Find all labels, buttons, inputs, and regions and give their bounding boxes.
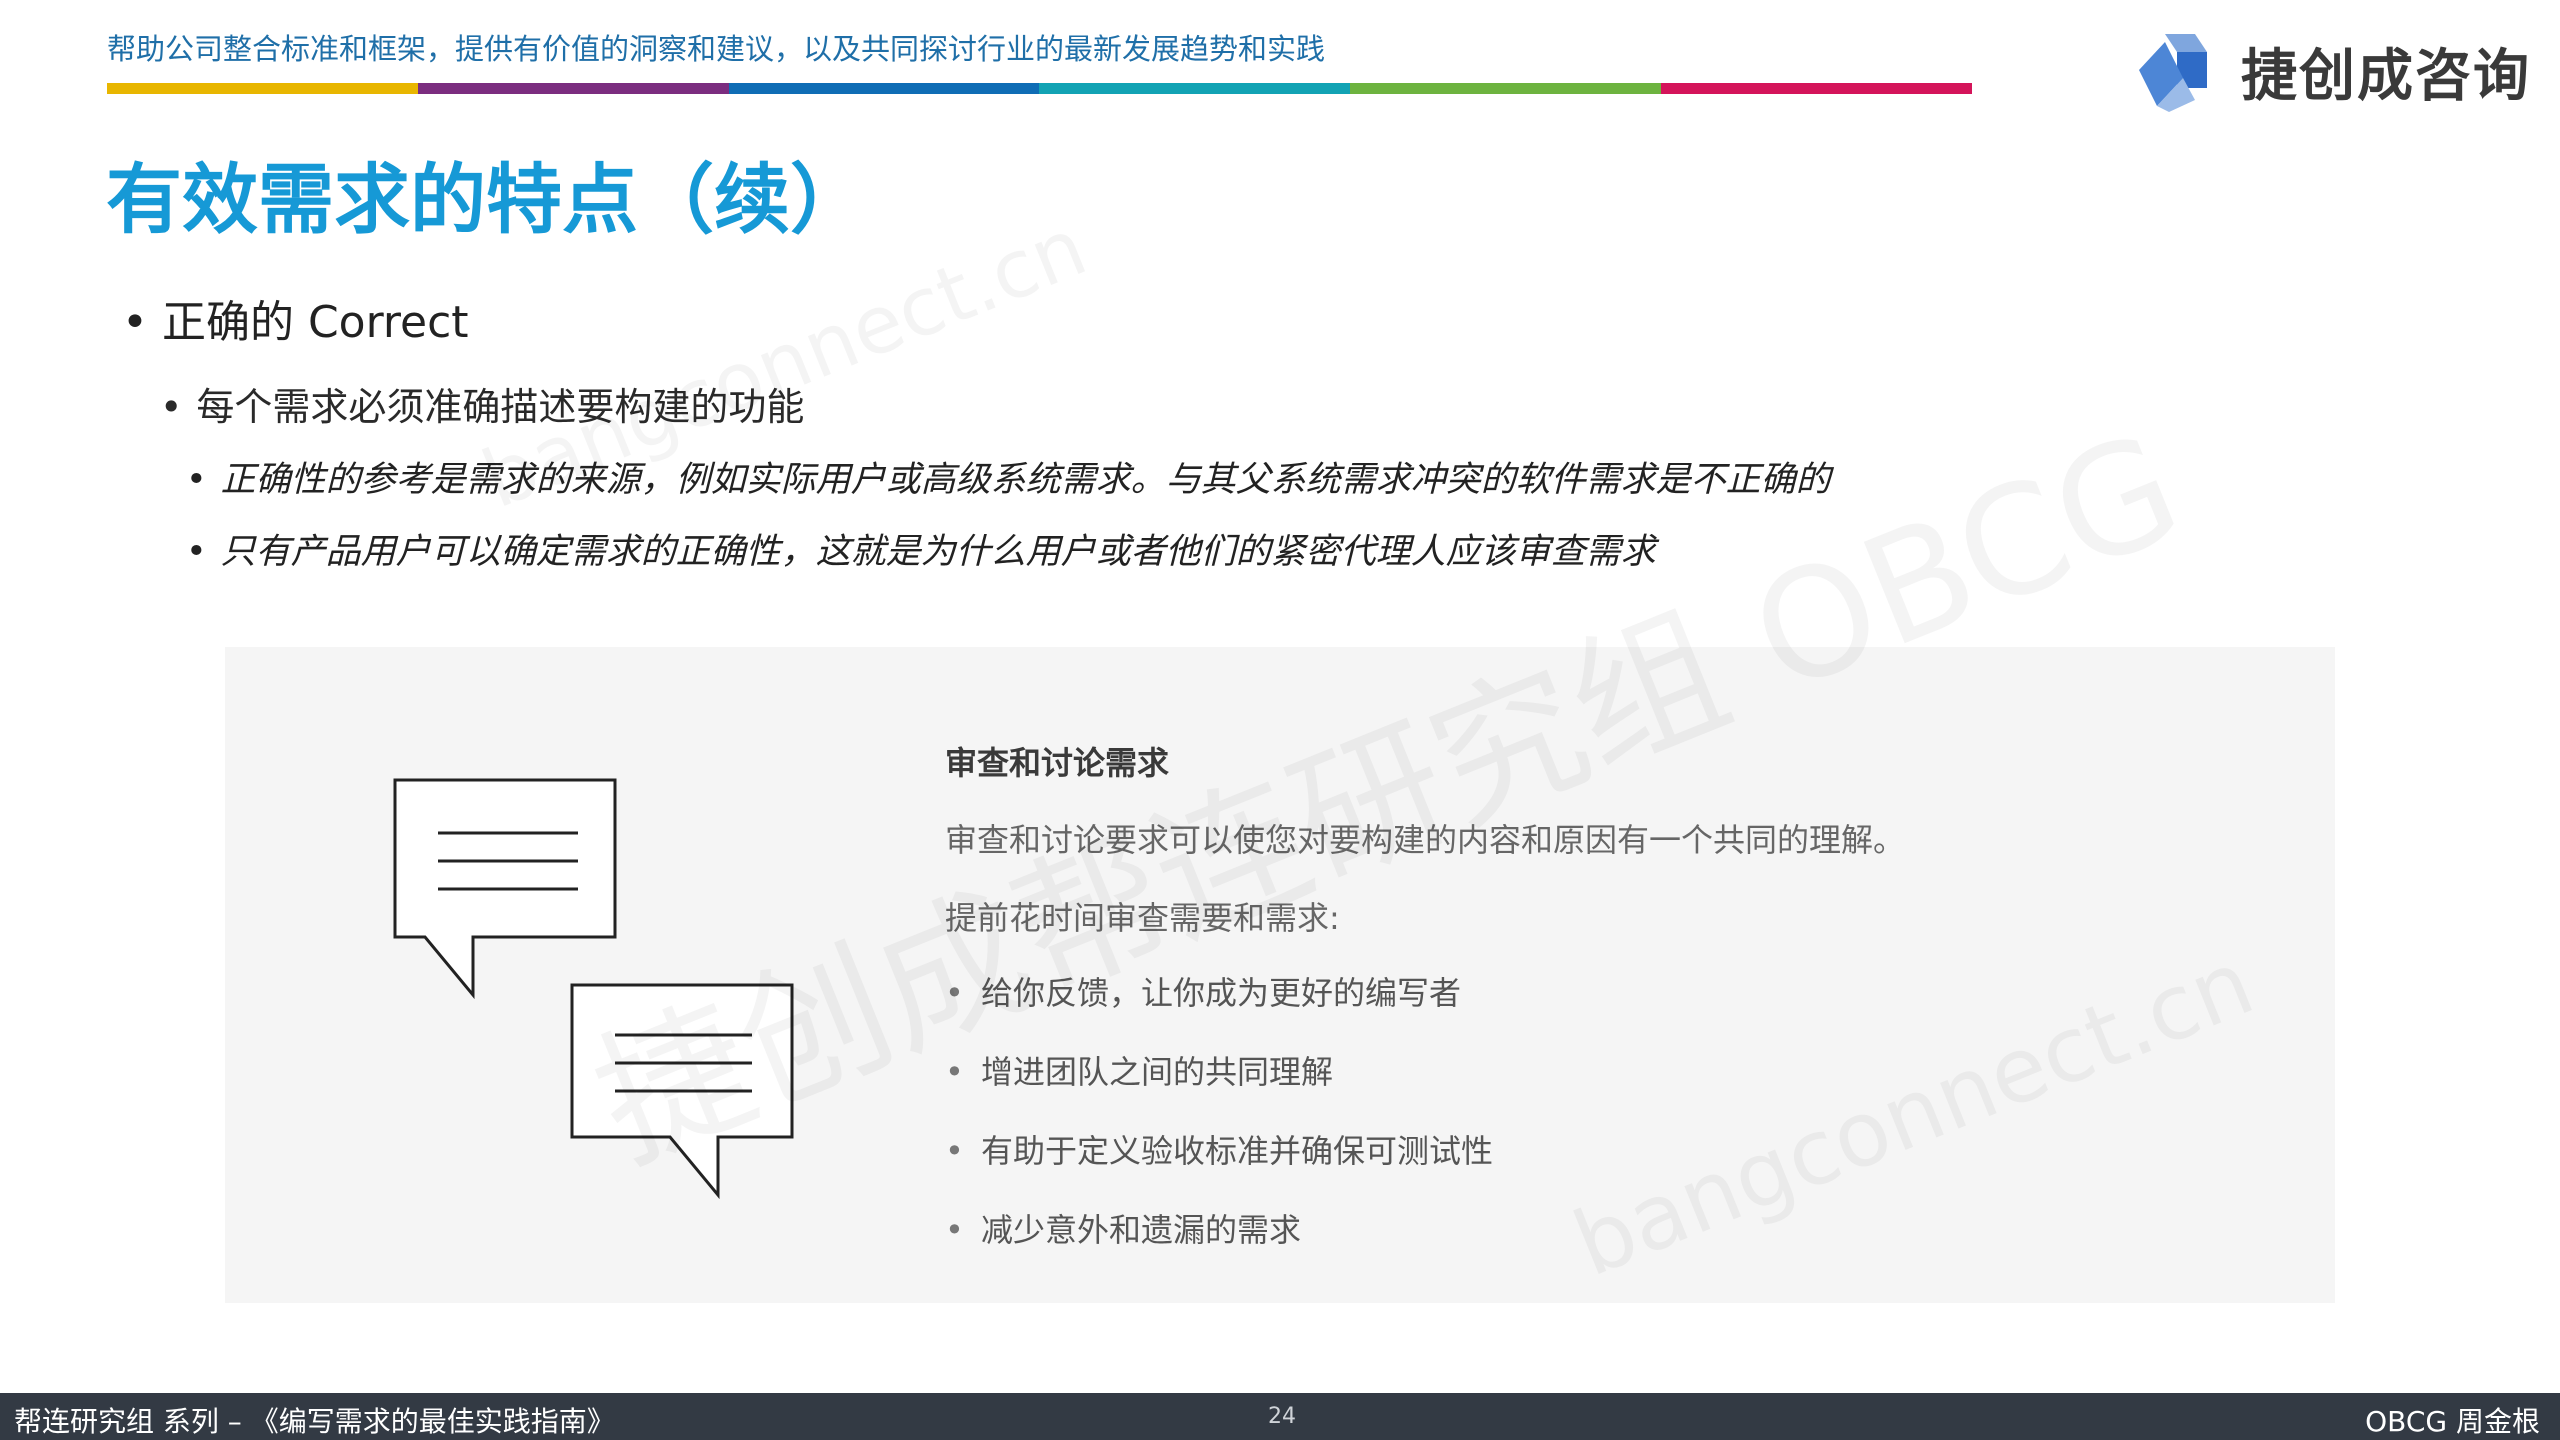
panel-text: 提前花时间审查需要和需求: [945, 899, 1340, 937]
panel-heading: 审查和讨论需求 [945, 744, 1170, 782]
bullet-dot: • [160, 385, 183, 429]
list-item-text: 增进团队之间的共同理解 [981, 1053, 1334, 1091]
bullet-dot: • [945, 1211, 964, 1249]
bullet-text: 正确性的参考是需求的来源，例如实际用户或高级系统需求。与其父系统需求冲突的软件需… [220, 460, 1831, 500]
list-item: • 减少意外和遗漏的需求 [945, 1205, 1493, 1284]
logo-text: 捷创成咨询 [2241, 43, 2531, 109]
bullet-dot: • [945, 1132, 964, 1170]
color-segment-purple [417, 83, 729, 94]
footer-series-title: 帮连研究组 系列 – 《编写需求的最佳实践指南》 [14, 1405, 615, 1438]
list-item-text: 有助于定义验收标准并确保可测试性 [981, 1132, 1494, 1170]
list-item-text: 给你反馈，让你成为更好的编写者 [981, 974, 1462, 1012]
color-segment-yellow [107, 83, 418, 94]
bullet-level2: • 每个需求必须准确描述要构建的功能 [160, 376, 804, 431]
cube-logo-icon [2139, 34, 2207, 112]
bullet-dot: • [945, 974, 964, 1012]
bullet-dot: • [122, 297, 148, 348]
bullet-dot: • [186, 532, 207, 572]
bullet-dot: • [186, 460, 207, 500]
company-logo: 捷创成咨询 [2135, 30, 2531, 112]
bullet-level3: • 只有产品用户可以确定需求的正确性，这就是为什么用户或者他们的紧密代理人应该审查… [186, 523, 1656, 574]
list-item: • 给你反馈，让你成为更好的编写者 [945, 968, 1493, 1047]
list-item: • 增进团队之间的共同理解 [945, 1047, 1493, 1126]
color-segment-green [1350, 83, 1662, 94]
panel-text: 审查和讨论要求可以使您对要构建的内容和原因有一个共同的理解。 [945, 821, 1906, 859]
bullet-level3: • 正确性的参考是需求的来源，例如实际用户或高级系统需求。与其父系统需求冲突的软件… [186, 451, 1831, 502]
color-segment-blue [728, 83, 1040, 94]
chat-bubbles-icon [393, 778, 794, 1200]
header-color-bar [107, 83, 1972, 94]
bullet-text: 正确的 Correct [161, 297, 469, 348]
list-item: • 有助于定义验收标准并确保可测试性 [945, 1126, 1493, 1205]
bullet-dot: • [945, 1053, 964, 1091]
page-number: 24 [1268, 1404, 1296, 1429]
bullet-text: 每个需求必须准确描述要构建的功能 [196, 385, 805, 429]
panel-list: • 给你反馈，让你成为更好的编写者 • 增进团队之间的共同理解 • 有助于定义验收标准… [945, 968, 1493, 1284]
list-item-text: 减少意外和遗漏的需求 [981, 1211, 1302, 1249]
footer-author: OBCG 周金根 [2365, 1405, 2540, 1438]
footer-bar: 帮连研究组 系列 – 《编写需求的最佳实践指南》 24 OBCG 周金根 [0, 1393, 2560, 1440]
slide-title: 有效需求的特点（续） [106, 155, 866, 244]
header-tagline: 帮助公司整合标准和框架，提供有价值的洞察和建议，以及共同探讨行业的最新发展趋势和… [107, 32, 1326, 66]
color-segment-teal [1039, 83, 1351, 94]
bullet-level1: • 正确的 Correct [122, 286, 469, 350]
color-segment-red [1661, 83, 1972, 94]
bullet-text: 只有产品用户可以确定需求的正确性，这就是为什么用户或者他们的紧密代理人应该审查需… [220, 532, 1656, 572]
